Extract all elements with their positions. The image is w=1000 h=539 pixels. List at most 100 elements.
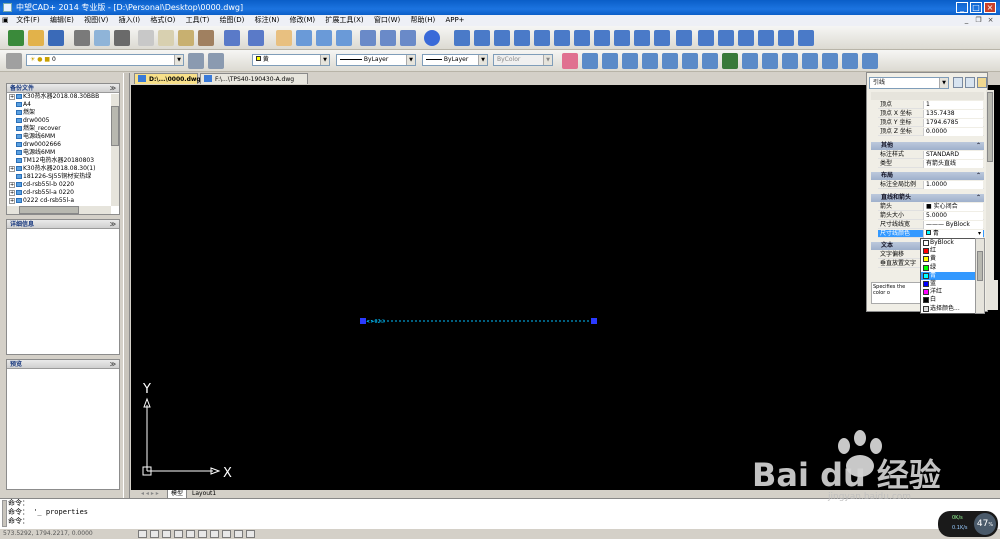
- expand-icon[interactable]: +: [9, 198, 15, 204]
- tree-item[interactable]: drw0005: [7, 117, 119, 125]
- command-grip[interactable]: [2, 500, 7, 527]
- rotate-icon[interactable]: [682, 53, 698, 69]
- maximize-button[interactable]: □: [970, 2, 982, 13]
- cloud-icon[interactable]: [594, 30, 610, 46]
- close-button[interactable]: ×: [984, 2, 996, 13]
- rectangle-icon[interactable]: [534, 30, 550, 46]
- mirror-icon[interactable]: [602, 53, 618, 69]
- menu-draw[interactable]: 绘图(D): [216, 15, 249, 26]
- scrollbar-thumb[interactable]: [987, 92, 993, 162]
- doc-minimize-button[interactable]: _: [962, 16, 971, 25]
- menu-dimension[interactable]: 标注(N): [251, 15, 284, 26]
- extend-icon[interactable]: [762, 53, 778, 69]
- point-icon[interactable]: [718, 30, 734, 46]
- table-icon[interactable]: [778, 30, 794, 46]
- section-fit[interactable]: 布局 ⌃: [871, 172, 984, 180]
- collapse-icon[interactable]: ≫: [110, 360, 116, 369]
- zoom-window-icon[interactable]: [316, 30, 332, 46]
- text-icon[interactable]: [798, 30, 814, 46]
- tree-item[interactable]: TM12电热水器20180803: [7, 157, 119, 165]
- print-icon[interactable]: [74, 30, 90, 46]
- scrollbar-thumb[interactable]: [977, 251, 983, 281]
- tree-horizontal-scrollbar[interactable]: [7, 206, 111, 214]
- grid-toggle-icon[interactable]: [150, 530, 159, 538]
- tree-item[interactable]: + K30热水器2018.08.30BBB: [7, 93, 119, 101]
- stretch-icon[interactable]: [722, 53, 738, 69]
- ellipse-arc-icon[interactable]: [654, 30, 670, 46]
- menu-express-tools[interactable]: 扩展工具(X): [321, 15, 367, 26]
- color-option[interactable]: ByBlock: [921, 239, 975, 247]
- join-icon[interactable]: [802, 53, 818, 69]
- menu-view[interactable]: 视图(V): [80, 15, 112, 26]
- offset-icon[interactable]: [622, 53, 638, 69]
- doc-restore-button[interactable]: ❐: [974, 16, 983, 25]
- design-center-icon[interactable]: [380, 30, 396, 46]
- tool-palette-icon[interactable]: [400, 30, 416, 46]
- section-lines-arrows[interactable]: 直线和箭头 ⌃: [871, 194, 984, 202]
- tab-second-drawing[interactable]: F:\...\TPS40-190430-A.dwg: [200, 73, 308, 84]
- scale-icon[interactable]: [702, 53, 718, 69]
- tree-item[interactable]: drw0002666: [7, 141, 119, 149]
- expand-icon[interactable]: +: [9, 182, 15, 188]
- layer-combo[interactable]: ☀ ● ■ 0 ▼: [26, 54, 184, 66]
- color-option[interactable]: 蓝: [921, 280, 975, 288]
- open-icon[interactable]: [28, 30, 44, 46]
- tree-item[interactable]: + cd-rsb55l-b 0220: [7, 181, 119, 189]
- zoom-realtime-icon[interactable]: [296, 30, 312, 46]
- tree-item[interactable]: 181226-SJ55铜材安热绿: [7, 173, 119, 181]
- menu-help[interactable]: 帮助(H): [406, 15, 439, 26]
- menu-app-plus[interactable]: APP+: [441, 15, 468, 26]
- dynamic-input-icon[interactable]: [234, 530, 243, 538]
- tree-vertical-scrollbar[interactable]: [111, 94, 119, 206]
- menu-window[interactable]: 窗口(W): [370, 15, 404, 26]
- property-row[interactable]: 类型 有箭头直线: [878, 160, 984, 168]
- undo-icon[interactable]: [224, 30, 240, 46]
- lineweight-toggle-icon[interactable]: [210, 530, 219, 538]
- hatch-icon[interactable]: [738, 30, 754, 46]
- plot-icon[interactable]: [114, 30, 130, 46]
- property-row[interactable]: 顶点 1: [878, 101, 984, 109]
- ellipse-icon[interactable]: [634, 30, 650, 46]
- break-icon[interactable]: [782, 53, 798, 69]
- snap-toggle-icon[interactable]: [138, 530, 147, 538]
- color-list-scrollbar[interactable]: [975, 238, 985, 314]
- layer-previous-icon[interactable]: [208, 53, 224, 69]
- section-other[interactable]: 其他 ⌃: [871, 142, 984, 150]
- property-row[interactable]: 标注样式 STANDARD: [878, 151, 984, 159]
- color-option[interactable]: 洋红: [921, 288, 975, 296]
- menu-tools[interactable]: 工具(T): [182, 15, 214, 26]
- tree-item[interactable]: + cd-rsb55l-a 0220: [7, 189, 119, 197]
- expand-icon[interactable]: +: [9, 166, 15, 172]
- menu-modify[interactable]: 修改(M): [286, 15, 320, 26]
- grip-end[interactable]: [591, 318, 597, 324]
- menu-insert[interactable]: 插入(I): [115, 15, 145, 26]
- tree-item[interactable]: 燃架: [7, 109, 119, 117]
- arc-icon[interactable]: [554, 30, 570, 46]
- tree-item[interactable]: 电源线6MM: [7, 149, 119, 157]
- array-icon[interactable]: [642, 53, 658, 69]
- match-properties-icon[interactable]: [198, 30, 214, 46]
- property-row[interactable]: 标注全局比例 1.0000: [878, 181, 984, 189]
- properties-icon[interactable]: [360, 30, 376, 46]
- polar-toggle-icon[interactable]: [174, 530, 183, 538]
- property-row[interactable]: 垂直放置文字: [878, 260, 920, 268]
- linetype-combo[interactable]: ByLayer ▼: [336, 54, 416, 66]
- region-icon[interactable]: [758, 30, 774, 46]
- pan-icon[interactable]: [276, 30, 292, 46]
- dimline-color-select[interactable]: 青 ▾: [923, 230, 983, 238]
- collapse-icon[interactable]: ≫: [110, 84, 116, 93]
- property-row[interactable]: 顶点 Y 坐标 1794.6785: [878, 119, 984, 127]
- redo-icon[interactable]: [248, 30, 264, 46]
- chamfer-icon[interactable]: [822, 53, 838, 69]
- color-option[interactable]: 白: [921, 296, 975, 304]
- erase-icon[interactable]: [562, 53, 578, 69]
- select-objects-icon[interactable]: [965, 77, 975, 88]
- tree-item[interactable]: 电源线6MM: [7, 133, 119, 141]
- color-option[interactable]: 青: [921, 271, 975, 280]
- object-type-combo[interactable]: 引线 ▼: [869, 77, 949, 89]
- print-preview-icon[interactable]: [94, 30, 110, 46]
- save-icon[interactable]: [48, 30, 64, 46]
- menu-file[interactable]: 文件(F): [12, 15, 44, 26]
- polyline-icon[interactable]: [494, 30, 510, 46]
- quick-properties-icon[interactable]: [246, 530, 255, 538]
